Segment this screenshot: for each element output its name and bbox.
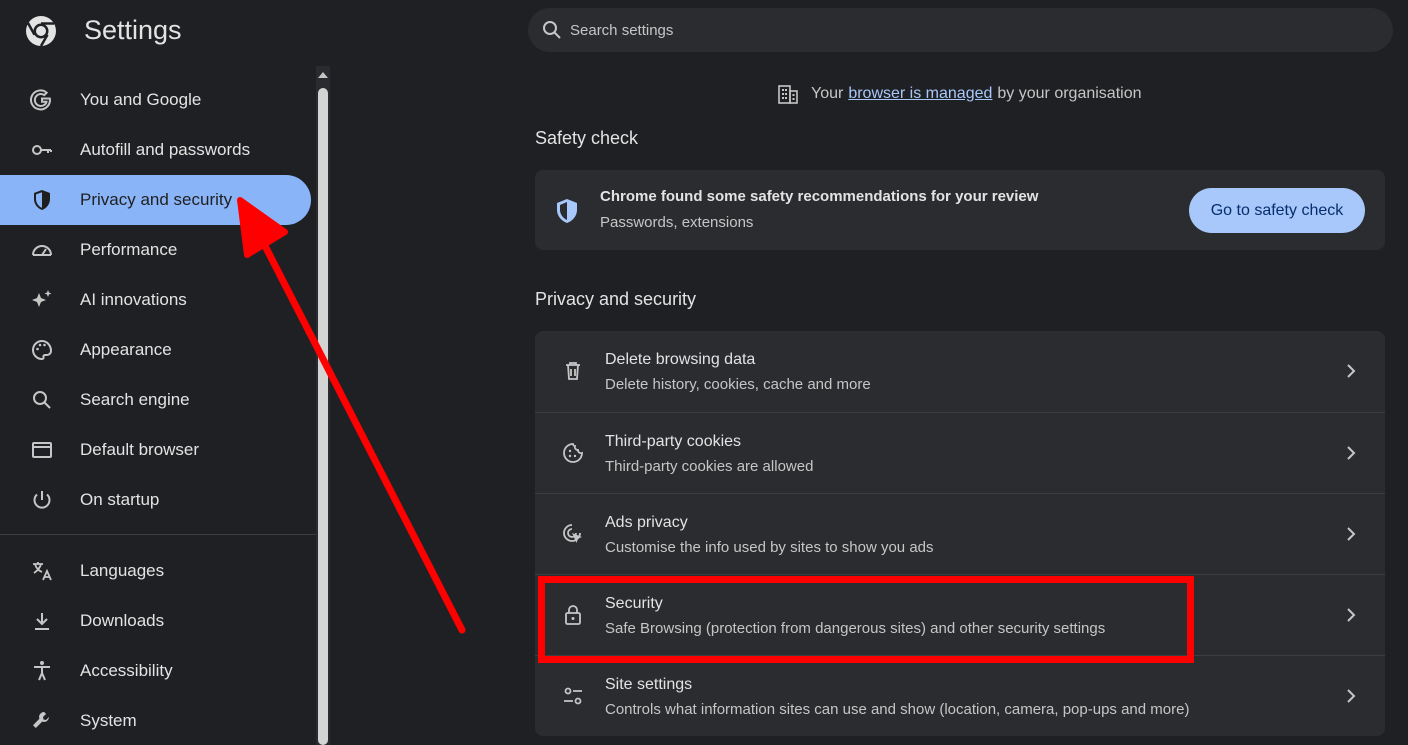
sidebar-item-label: Appearance xyxy=(80,340,172,359)
accessibility-icon xyxy=(34,661,50,681)
safety-check-title: Chrome found some safety recommendations… xyxy=(600,188,1039,205)
search-input[interactable] xyxy=(570,8,1370,52)
sidebar-item-label: On startup xyxy=(80,490,160,509)
sidebar-item-autofill[interactable]: Autofill and passwords xyxy=(0,125,311,175)
chevron-right-icon xyxy=(1347,608,1356,622)
search-icon xyxy=(543,21,561,39)
sidebar-item-privacy-and-security[interactable]: Privacy and security xyxy=(0,175,311,225)
sidebar-item-appearance[interactable]: Appearance xyxy=(0,325,311,375)
sidebar-item-label: System xyxy=(80,711,137,730)
sidebar-item-label: Performance xyxy=(80,240,178,259)
row-site-settings[interactable]: Site settings Controls what information … xyxy=(535,655,1385,736)
cookie-icon xyxy=(563,443,583,463)
browser-managed-link[interactable]: browser is managed xyxy=(848,85,992,103)
sidebar-item-label: You and Google xyxy=(80,90,202,109)
wrench-icon xyxy=(33,712,49,728)
security-highlight-box xyxy=(538,576,1194,663)
privacy-security-card: Delete browsing data Delete history, coo… xyxy=(535,331,1385,736)
sidebar-item-label: Default browser xyxy=(80,440,200,459)
safety-check-heading: Safety check xyxy=(535,128,639,148)
sidebar-item-label: Autofill and passwords xyxy=(80,140,251,159)
translate-icon xyxy=(33,562,52,581)
sidebar-item-downloads[interactable]: Downloads xyxy=(0,596,311,646)
sidebar-item-ai-innovations[interactable]: AI innovations xyxy=(0,275,311,325)
tune-icon xyxy=(564,687,582,705)
scroll-up-arrow-icon[interactable] xyxy=(316,68,330,82)
sidebar-item-label: Languages xyxy=(80,561,165,580)
key-icon xyxy=(32,145,52,155)
sidebar-item-label: Privacy and security xyxy=(80,190,233,209)
safety-shield-icon xyxy=(557,199,577,223)
sidebar-item-label: Search engine xyxy=(80,390,190,409)
row-ads-privacy[interactable]: Ads privacy Customise the info used by s… xyxy=(535,493,1385,574)
row-subtitle: Customise the info used by sites to show… xyxy=(605,539,934,556)
chevron-right-icon xyxy=(1347,364,1356,378)
search-box[interactable] xyxy=(528,8,1393,52)
sidebar-item-accessibility[interactable]: Accessibility xyxy=(0,646,311,696)
scrollbar-thumb[interactable] xyxy=(318,88,328,745)
row-title: Third-party cookies xyxy=(605,433,742,450)
go-to-safety-check-button[interactable]: Go to safety check xyxy=(1189,188,1365,233)
managed-notice: Your browser is managed by your organisa… xyxy=(777,82,1142,106)
sidebar-item-languages[interactable]: Languages xyxy=(0,546,311,596)
download-icon xyxy=(35,613,49,630)
chrome-logo-icon xyxy=(26,16,56,47)
sidebar: You and Google Autofill and passwords Pr… xyxy=(0,75,316,745)
safety-check-subtitle: Passwords, extensions xyxy=(600,214,754,231)
row-title: Delete browsing data xyxy=(605,351,756,368)
row-subtitle: Delete history, cookies, cache and more xyxy=(605,376,871,393)
sidebar-item-label: AI innovations xyxy=(80,290,187,309)
ads-privacy-icon xyxy=(563,524,582,543)
sidebar-item-label: Accessibility xyxy=(80,661,173,680)
sidebar-item-on-startup[interactable]: On startup xyxy=(0,475,311,525)
row-title: Ads privacy xyxy=(605,514,688,531)
shield-icon xyxy=(34,190,50,210)
sidebar-item-search-engine[interactable]: Search engine xyxy=(0,375,311,425)
sidebar-item-default-browser[interactable]: Default browser xyxy=(0,425,311,475)
sidebar-item-system[interactable]: System xyxy=(0,696,311,745)
safety-check-card: Chrome found some safety recommendations… xyxy=(535,170,1385,250)
row-title: Site settings xyxy=(605,676,693,693)
palette-icon xyxy=(32,339,53,361)
search-icon xyxy=(33,391,51,409)
speedometer-icon xyxy=(32,245,52,256)
trash-icon xyxy=(566,362,580,380)
chevron-right-icon xyxy=(1347,689,1356,703)
managed-prefix: Your xyxy=(811,85,844,102)
sidebar-item-label: Downloads xyxy=(80,611,165,630)
privacy-security-heading: Privacy and security xyxy=(535,289,697,309)
building-icon xyxy=(778,85,798,104)
row-third-party-cookies[interactable]: Third-party cookies Third-party cookies … xyxy=(535,412,1385,493)
row-subtitle: Third-party cookies are allowed xyxy=(605,458,814,475)
google-icon xyxy=(30,89,52,111)
chevron-right-icon xyxy=(1347,527,1356,541)
sparkle-icon xyxy=(32,290,52,307)
managed-suffix: by your organisation xyxy=(997,85,1142,102)
sidebar-divider xyxy=(0,534,316,535)
browser-window-icon xyxy=(32,442,52,458)
power-icon xyxy=(33,491,51,509)
row-delete-browsing-data[interactable]: Delete browsing data Delete history, coo… xyxy=(535,331,1385,412)
sidebar-item-you-and-google[interactable]: You and Google xyxy=(0,75,311,125)
chevron-right-icon xyxy=(1347,446,1356,460)
page-title: Settings xyxy=(84,15,182,45)
row-subtitle: Controls what information sites can use … xyxy=(605,701,1190,718)
sidebar-item-performance[interactable]: Performance xyxy=(0,225,311,275)
